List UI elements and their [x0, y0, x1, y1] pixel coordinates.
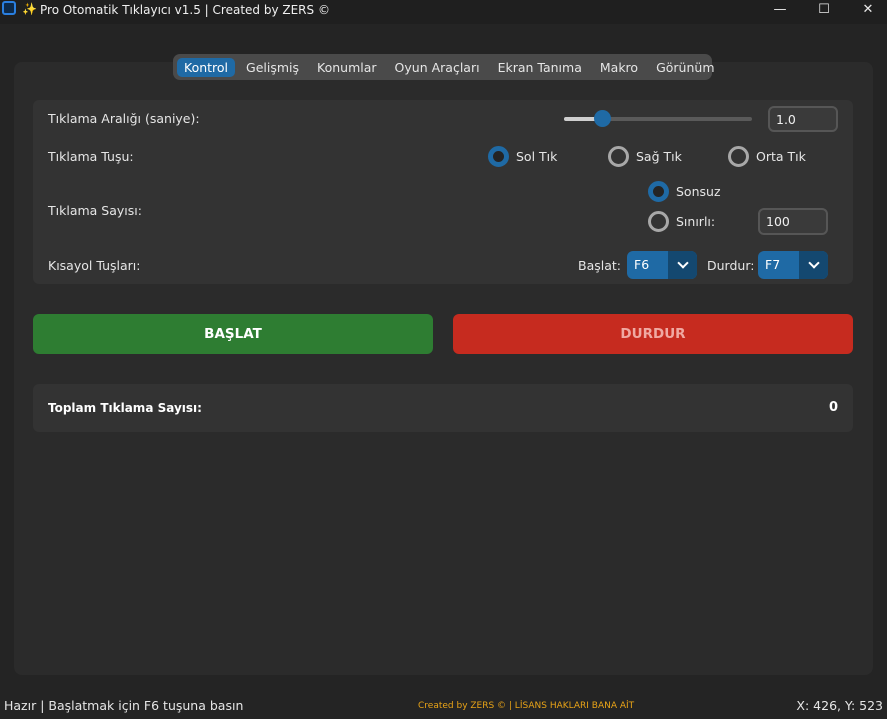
hotkeys-label: Kısayol Tuşları:	[48, 258, 141, 273]
tab-bar: Kontrol Gelişmiş Konumlar Oyun Araçları …	[173, 54, 715, 80]
close-icon: ✕	[862, 1, 874, 17]
tab-oyun-araclari[interactable]: Oyun Araçları	[388, 58, 487, 77]
credit-text: Created by ZERS © | LİSANS HAKLARI BANA …	[418, 701, 635, 711]
tab-kontrol[interactable]: Kontrol	[177, 57, 236, 77]
minimize-icon: —	[773, 1, 787, 17]
maximize-icon: ☐	[818, 1, 830, 17]
status-message: Hazır | Başlatmak için F6 tuşuna basın	[4, 698, 244, 713]
start-hotkey-value: F6	[634, 257, 650, 272]
chevron-down-icon	[676, 257, 689, 269]
start-button[interactable]: BAŞLAT	[33, 314, 433, 354]
stop-hotkey-label: Durdur:	[707, 258, 755, 273]
tab-gelismis[interactable]: Gelişmiş	[239, 58, 306, 77]
interval-input-value: 1.0	[776, 111, 796, 127]
tab-konumlar[interactable]: Konumlar	[310, 58, 384, 77]
radio-right-click-label[interactable]: Sağ Tık	[636, 149, 682, 164]
radio-middle-click-label[interactable]: Orta Tık	[756, 149, 806, 164]
radio-middle-click[interactable]	[728, 146, 749, 167]
button-type-label: Tıklama Tuşu:	[48, 149, 134, 164]
click-count-label: Tıklama Sayısı:	[48, 203, 142, 218]
stop-hotkey-dropdown[interactable]: F7	[758, 251, 828, 279]
minimize-button[interactable]: —	[757, 0, 803, 18]
start-hotkey-dropdown-button[interactable]	[668, 251, 697, 279]
start-button-label: BAŞLAT	[204, 326, 262, 342]
interval-input[interactable]: 1.0	[768, 106, 838, 132]
total-clicks-value: 0	[828, 400, 838, 415]
tab-ekran-tanima[interactable]: Ekran Tanıma	[491, 58, 589, 77]
stop-button-label: DURDUR	[620, 326, 686, 342]
title-bar: ✨ Pro Otomatik Tıklayıcı v1.5 | Created …	[0, 0, 887, 24]
start-hotkey-label: Başlat:	[578, 258, 621, 273]
close-button[interactable]: ✕	[845, 0, 887, 18]
radio-limited-label[interactable]: Sınırlı:	[676, 214, 715, 229]
app-icon	[2, 1, 16, 15]
total-clicks-label: Toplam Tıklama Sayısı:	[48, 401, 202, 415]
sparkle-icon: ✨	[22, 2, 37, 16]
cursor-coordinates: X: 426, Y: 523	[796, 698, 883, 713]
start-hotkey-dropdown[interactable]: F6	[627, 251, 697, 279]
interval-label: Tıklama Aralığı (saniye):	[48, 111, 200, 126]
tab-makro[interactable]: Makro	[593, 58, 645, 77]
maximize-button[interactable]: ☐	[801, 0, 847, 18]
slider-thumb[interactable]	[593, 110, 611, 127]
limit-input[interactable]: 100	[758, 208, 828, 235]
status-bar: Hazır | Başlatmak için F6 tuşuna basın C…	[0, 690, 887, 719]
radio-left-click[interactable]	[488, 146, 509, 167]
radio-infinite-label[interactable]: Sonsuz	[676, 184, 721, 199]
stop-button[interactable]: DURDUR	[453, 314, 853, 354]
radio-infinite[interactable]	[648, 181, 669, 202]
chevron-down-icon	[807, 257, 820, 269]
radio-left-click-label[interactable]: Sol Tık	[516, 149, 557, 164]
window-title: Pro Otomatik Tıklayıcı v1.5 | Created by…	[40, 3, 330, 17]
radio-right-click[interactable]	[608, 146, 629, 167]
radio-limited[interactable]	[648, 211, 669, 232]
settings-panel	[33, 100, 853, 284]
tab-gorunum[interactable]: Görünüm	[649, 58, 721, 77]
interval-slider[interactable]	[564, 117, 752, 121]
stats-panel: Toplam Tıklama Sayısı: 0	[33, 384, 853, 432]
stop-hotkey-value: F7	[765, 257, 781, 272]
limit-input-value: 100	[766, 214, 790, 229]
stop-hotkey-dropdown-button[interactable]	[799, 251, 828, 279]
